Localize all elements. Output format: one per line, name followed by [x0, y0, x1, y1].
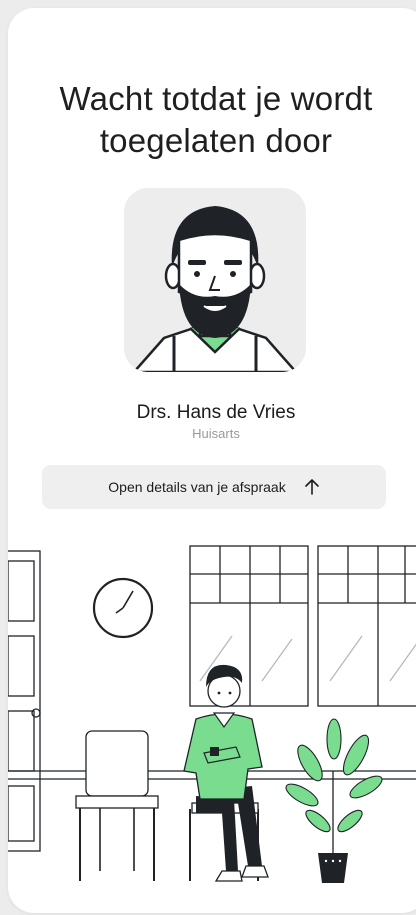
waiting-screen-card: Wacht totdat je wordt toegelaten door Dr… [8, 8, 416, 913]
doctor-avatar-illustration [132, 206, 298, 372]
arrow-up-icon [304, 478, 320, 496]
doctor-name: Drs. Hans de Vries [136, 402, 296, 423]
open-appointment-details-label: Open details van je afspraak [108, 479, 286, 495]
page-title: Wacht totdat je wordt toegelaten door [59, 80, 373, 159]
doctor-avatar [124, 188, 306, 372]
waiting-room-illustration [8, 545, 416, 883]
open-appointment-details-button[interactable]: Open details van je afspraak [42, 465, 386, 509]
doctor-role: Huisarts [192, 426, 240, 441]
